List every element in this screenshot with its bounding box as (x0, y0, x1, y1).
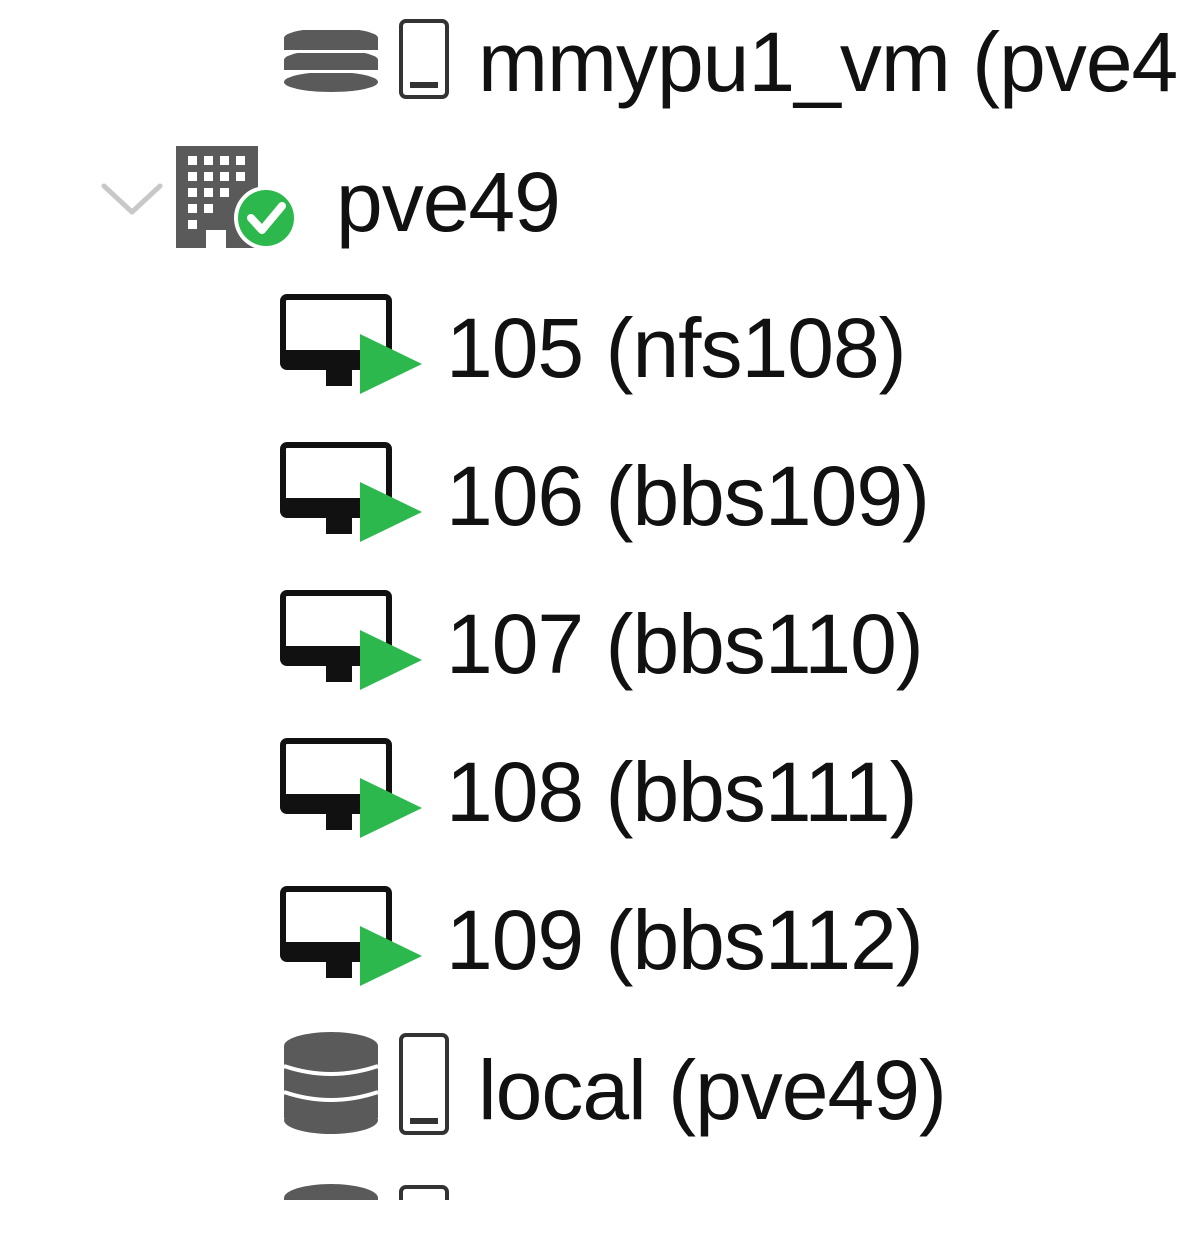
tree-item-vm[interactable]: 107 (bbs110) (0, 584, 1200, 704)
vm-label: 107 (bbs110) (446, 597, 924, 691)
disk-icon (398, 1184, 452, 1200)
node-label: pve49 (336, 155, 561, 249)
vm-running-icon (280, 738, 424, 842)
server-online-icon (176, 146, 302, 250)
storage-label: local (pve49) (478, 1043, 947, 1137)
vm-running-icon (280, 442, 424, 546)
tree-item-storage[interactable]: local (pve49) (0, 1030, 1200, 1150)
tree-item-storage-bottom[interactable] (0, 1180, 1200, 1200)
vm-label: 106 (bbs109) (446, 449, 930, 543)
storage-icon (282, 30, 380, 100)
tree-item-vm[interactable]: 109 (bbs112) (0, 880, 1200, 1000)
disk-icon (398, 18, 452, 100)
vm-label: 108 (bbs111) (446, 745, 918, 839)
disk-icon (398, 1032, 452, 1138)
chevron-down-icon[interactable] (100, 180, 164, 220)
storage-icon (282, 1030, 380, 1140)
tree-item-vm[interactable]: 106 (bbs109) (0, 436, 1200, 556)
tree-item-vm[interactable]: 105 (nfs108) (0, 288, 1200, 408)
vm-label: 109 (bbs112) (446, 893, 924, 987)
vm-label: 105 (nfs108) (446, 301, 907, 395)
vm-running-icon (280, 294, 424, 398)
vm-running-icon (280, 590, 424, 694)
tree-item-storage-top[interactable]: mmypu1_vm (pve4 (0, 0, 1200, 104)
storage-icon (282, 1182, 380, 1200)
tree-node-pve49[interactable]: pve49 (0, 140, 1200, 260)
vm-running-icon (280, 886, 424, 990)
resource-tree: mmypu1_vm (pve4 pve49 105 (nfs108) 106 (… (0, 0, 1200, 1240)
tree-item-vm[interactable]: 108 (bbs111) (0, 732, 1200, 852)
tree-item-label: mmypu1_vm (pve4 (478, 15, 1178, 109)
